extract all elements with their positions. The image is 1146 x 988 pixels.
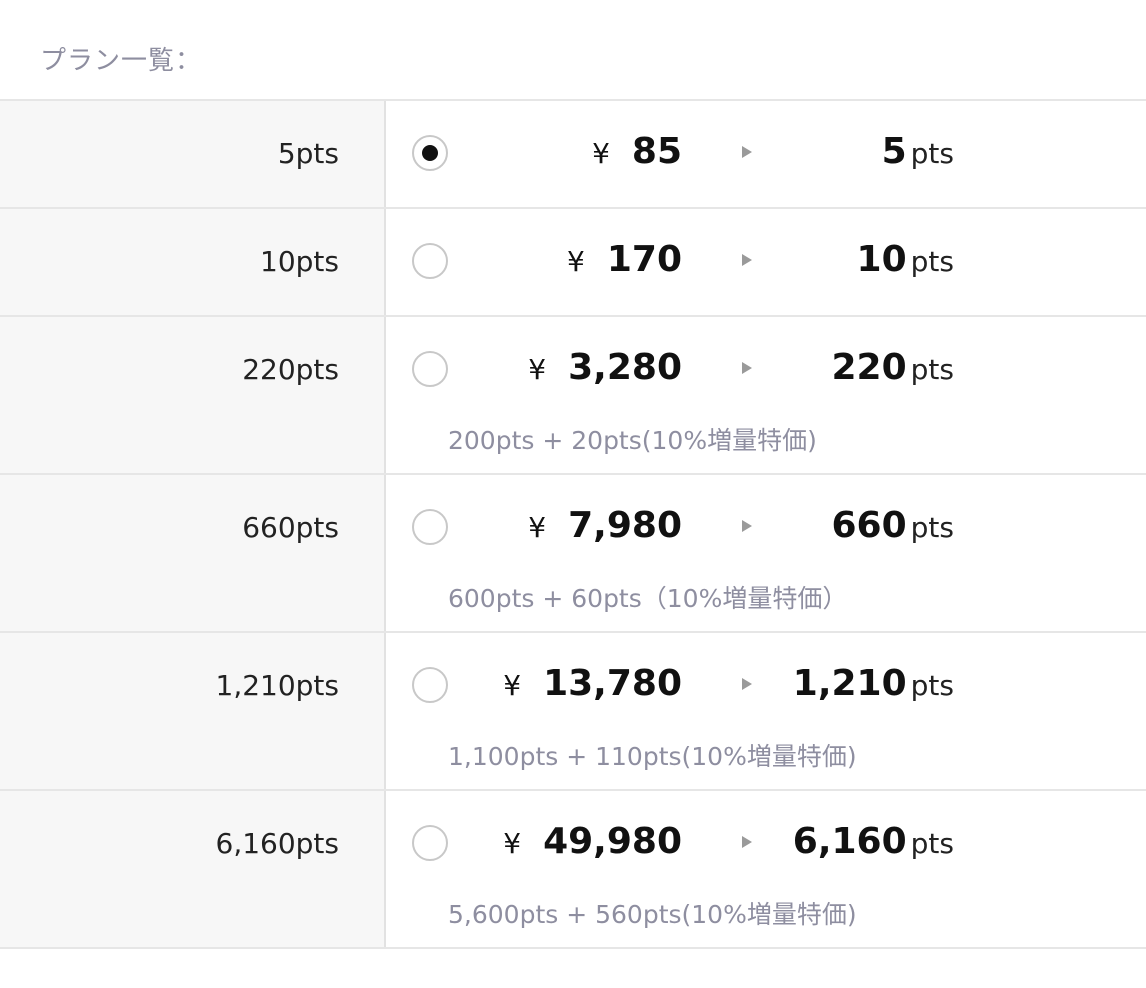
yen-symbol: ¥ <box>567 245 585 278</box>
plan-price: ¥ 170 <box>567 239 682 280</box>
plan-label-cell: 6,160pts <box>0 791 386 947</box>
plan-radio[interactable] <box>412 243 448 279</box>
plan-list-title: プラン一覧： <box>40 46 203 76</box>
plan-row[interactable]: 5pts ¥ 85 5 pts <box>0 101 1146 209</box>
plan-price: ¥ 85 <box>592 131 682 172</box>
plan-option-cell[interactable]: ¥ 170 10 pts <box>386 209 1146 315</box>
points-unit: pts <box>910 511 954 544</box>
plan-option-cell[interactable]: ¥ 3,280 220 pts 200pts + 20pts(10%増量特価) <box>386 317 1146 473</box>
plan-option-cell[interactable]: ¥ 13,780 1,210 pts 1,100pts + 110pts(10%… <box>386 633 1146 789</box>
plan-points: 6,160 pts <box>793 821 954 862</box>
points-value: 5 <box>881 131 907 172</box>
plan-points: 5 pts <box>882 131 954 172</box>
arrow-right-icon <box>742 362 752 374</box>
plan-option-cell[interactable]: ¥ 7,980 660 pts 600pts + 60pts（10%増量特価） <box>386 475 1146 631</box>
points-unit: pts <box>910 353 954 386</box>
plan-row[interactable]: 660pts ¥ 7,980 660 pts 600pts + 60pts（10… <box>0 475 1146 633</box>
plan-option-cell[interactable]: ¥ 85 5 pts <box>386 101 1146 207</box>
plan-table: 5pts ¥ 85 5 pts 10pts ¥ 170 10 pts 220pt… <box>0 101 1146 949</box>
plan-price: ¥ 13,780 <box>503 663 682 704</box>
plan-label: 6,160pts <box>215 827 340 860</box>
plan-bonus-note: 5,600pts + 560pts(10%増量特価) <box>448 900 857 929</box>
plan-points: 660 pts <box>832 505 955 546</box>
price-value: 170 <box>606 239 682 280</box>
points-value: 6,160 <box>792 821 907 862</box>
plan-bonus-note: 1,100pts + 110pts(10%増量特価) <box>448 742 857 771</box>
plan-radio[interactable] <box>412 825 448 861</box>
points-unit: pts <box>910 137 954 170</box>
plan-label: 660pts <box>242 511 339 544</box>
plan-radio[interactable] <box>412 509 448 545</box>
plan-option-cell[interactable]: ¥ 49,980 6,160 pts 5,600pts + 560pts(10%… <box>386 791 1146 947</box>
plan-price: ¥ 3,280 <box>528 347 682 388</box>
points-value: 220 <box>831 347 907 388</box>
points-unit: pts <box>910 669 954 702</box>
plan-radio[interactable] <box>412 135 448 171</box>
plan-label-cell: 1,210pts <box>0 633 386 789</box>
plan-label: 10pts <box>260 245 339 278</box>
arrow-right-icon <box>742 146 752 158</box>
price-value: 3,280 <box>568 347 682 388</box>
plan-radio[interactable] <box>412 667 448 703</box>
arrow-right-icon <box>742 254 752 266</box>
plan-row[interactable]: 220pts ¥ 3,280 220 pts 200pts + 20pts(10… <box>0 317 1146 475</box>
arrow-right-icon <box>742 836 752 848</box>
plan-row[interactable]: 1,210pts ¥ 13,780 1,210 pts 1,100pts + 1… <box>0 633 1146 791</box>
price-value: 85 <box>631 131 682 172</box>
points-unit: pts <box>910 827 954 860</box>
points-unit: pts <box>910 245 954 278</box>
plan-row[interactable]: 10pts ¥ 170 10 pts <box>0 209 1146 317</box>
yen-symbol: ¥ <box>528 511 547 544</box>
yen-symbol: ¥ <box>592 137 610 170</box>
price-value: 49,980 <box>543 821 682 862</box>
yen-symbol: ¥ <box>503 827 522 860</box>
yen-symbol: ¥ <box>528 353 547 386</box>
plan-label: 1,210pts <box>215 669 340 702</box>
arrow-right-icon <box>742 678 752 690</box>
plan-label-cell: 5pts <box>0 101 386 207</box>
price-value: 7,980 <box>568 505 682 546</box>
plan-points: 1,210 pts <box>793 663 954 704</box>
plan-points: 10 pts <box>857 239 954 280</box>
plan-bonus-note: 600pts + 60pts（10%増量特価） <box>448 584 848 613</box>
plan-label: 220pts <box>242 353 339 386</box>
plan-points: 220 pts <box>832 347 955 388</box>
plan-bonus-note: 200pts + 20pts(10%増量特価) <box>448 426 817 455</box>
plan-label-cell: 10pts <box>0 209 386 315</box>
plan-label-cell: 660pts <box>0 475 386 631</box>
plan-row[interactable]: 6,160pts ¥ 49,980 6,160 pts 5,600pts + 5… <box>0 791 1146 949</box>
plan-list-header: プラン一覧： <box>0 0 1146 101</box>
arrow-right-icon <box>742 520 752 532</box>
points-value: 1,210 <box>792 663 907 704</box>
plan-list-page: プラン一覧： 5pts ¥ 85 5 pts 10pts ¥ 170 10 pt… <box>0 0 1146 988</box>
points-value: 660 <box>831 505 907 546</box>
plan-radio[interactable] <box>412 351 448 387</box>
plan-price: ¥ 7,980 <box>528 505 682 546</box>
points-value: 10 <box>856 239 907 280</box>
yen-symbol: ¥ <box>503 669 522 702</box>
plan-label-cell: 220pts <box>0 317 386 473</box>
price-value: 13,780 <box>543 663 682 704</box>
plan-price: ¥ 49,980 <box>503 821 682 862</box>
plan-label: 5pts <box>277 137 339 170</box>
